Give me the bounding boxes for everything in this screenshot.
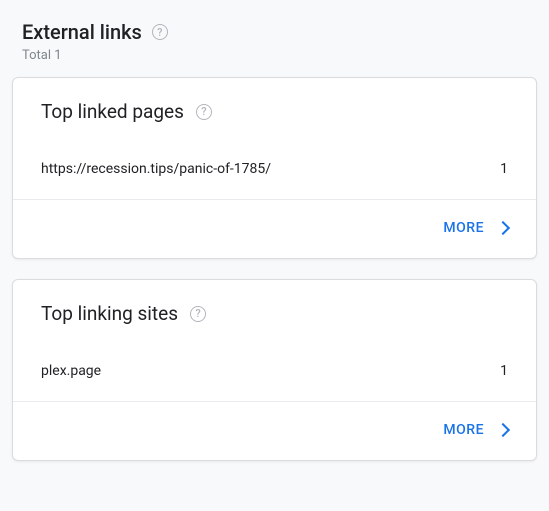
page-title-row: External links ? xyxy=(22,20,527,44)
more-button[interactable]: More xyxy=(439,418,512,442)
help-icon[interactable]: ? xyxy=(152,24,168,40)
page-subtitle: Total 1 xyxy=(22,48,527,63)
table-row[interactable]: https://recession.tips/panic-of-1785/ 1 xyxy=(13,145,536,200)
more-label: More xyxy=(443,220,484,236)
linked-page-count: 1 xyxy=(500,161,508,177)
linking-site-count: 1 xyxy=(500,363,508,379)
card-footer: More xyxy=(13,402,536,460)
help-icon[interactable]: ? xyxy=(190,306,206,322)
card-header: Top linking sites ? xyxy=(13,280,536,347)
linking-site-url: plex.page xyxy=(41,363,101,379)
chevron-right-icon xyxy=(496,221,510,235)
table-row[interactable]: plex.page 1 xyxy=(13,347,536,402)
card-footer: More xyxy=(13,200,536,258)
card-title: Top linking sites xyxy=(41,302,178,325)
linked-page-url: https://recession.tips/panic-of-1785/ xyxy=(41,161,271,177)
card-top-linked-pages: Top linked pages ? https://recession.tip… xyxy=(12,77,537,259)
card-top-linking-sites: Top linking sites ? plex.page 1 More xyxy=(12,279,537,461)
card-title: Top linked pages xyxy=(41,100,184,123)
more-button[interactable]: More xyxy=(439,216,512,240)
page-header: External links ? Total 1 xyxy=(10,10,539,77)
help-icon[interactable]: ? xyxy=(196,104,212,120)
chevron-right-icon xyxy=(496,423,510,437)
page-title: External links xyxy=(22,20,142,44)
more-label: More xyxy=(443,422,484,438)
card-header: Top linked pages ? xyxy=(13,78,536,145)
